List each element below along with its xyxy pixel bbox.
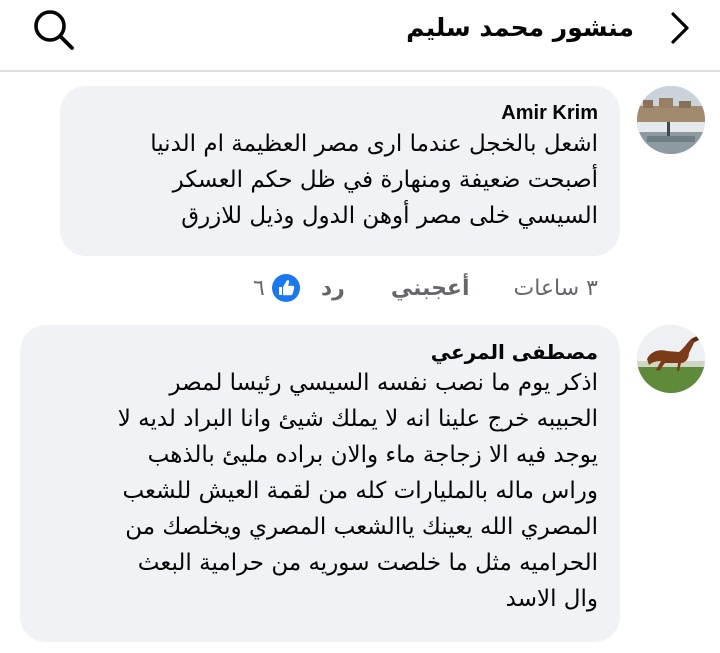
comment-line: الحبيبه خرج علينا انه لا يملك شيئ وانا ا… [117,406,598,432]
comment-line: وال الاسد [505,586,598,612]
comment-line: اذكر يوم ما نصب نفسه السيسي رئيسا لمصر [169,370,598,396]
comment-timestamp[interactable]: ٣ ساعات [514,276,599,301]
page-title: منشور محمد سليم [406,13,634,42]
avatar[interactable] [637,325,705,393]
comment-text: اشعل بالخجل عندما ارى مصر العظيمة ام الد… [80,126,598,234]
comment-line: يوجد فيه الا زجاجة ماء والان براده مليئ … [147,442,598,468]
comment-author[interactable]: Amir Krim [80,100,598,126]
like-button[interactable]: أعجبني [391,276,470,301]
search-button[interactable] [30,8,78,52]
search-icon [34,10,74,50]
thumbs-up-icon [271,274,300,302]
comment-actions: ٣ ساعات أعجبني رد ٦ [118,270,598,306]
comment-line: وراس ماله بالمليارات كله من لقمة العيش ل… [122,478,598,504]
comment-line: السيسي خلى مصر أوهن الدول وذيل للازرق [181,203,598,229]
comment-bubble: مصطفى المرعي اذكر يوم ما نصب نفسه السيسي… [20,325,620,642]
like-count: ٦ [253,275,265,301]
comment-line: الحراميه مثل ما خلصت سوريه من حرامية الب… [137,550,598,576]
comment-line: أصبحت ضعيفة ومنهارة في ظل حكم العسكر [172,167,598,193]
back-button[interactable] [658,8,702,48]
avatar-image [637,325,705,393]
avatar-image [637,86,705,154]
comment-author[interactable]: مصطفى المرعي [38,339,598,365]
comment-line: المصري الله يعينك ياالشعب المصري ويخلصك … [125,514,598,540]
reaction-summary[interactable]: ٦ [253,273,301,303]
chevron-left-icon [671,12,689,44]
post-comments-page: منشور محمد سليم Amir Krim اشعل بالخجل عن… [0,0,720,653]
avatar[interactable] [637,86,705,154]
top-bar: منشور محمد سليم [0,0,720,72]
comment-bubble: Amir Krim اشعل بالخجل عندما ارى مصر العظ… [60,86,620,256]
comment-text: اذكر يوم ما نصب نفسه السيسي رئيسا لمصر ا… [38,365,598,617]
comment-line: اشعل بالخجل عندما ارى مصر العظيمة ام الد… [150,131,598,157]
reply-button[interactable]: رد [321,276,345,301]
